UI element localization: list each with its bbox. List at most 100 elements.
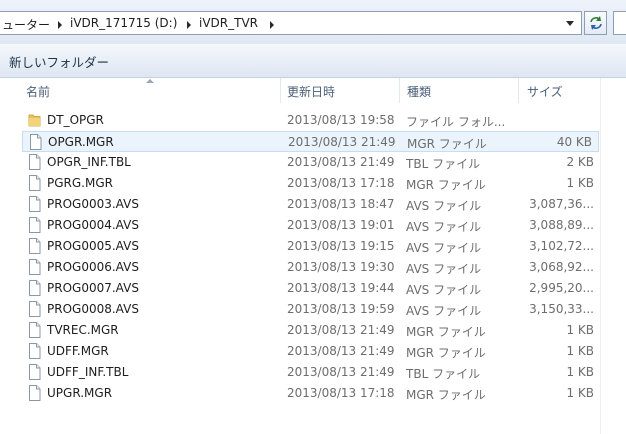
file-size: 2 KB bbox=[566, 155, 594, 169]
file-icon bbox=[29, 134, 42, 150]
file-size: 3,150,33... bbox=[529, 302, 594, 316]
file-date: 2013/08/13 21:49 bbox=[287, 365, 395, 379]
file-name: DT_OPGR bbox=[47, 113, 104, 127]
new-folder-button[interactable]: 新しいフォルダー bbox=[9, 52, 109, 71]
file-type: AVS ファイル bbox=[406, 283, 482, 297]
file-date: 2013/08/13 19:44 bbox=[287, 281, 395, 295]
breadcrumb-separator-icon[interactable] bbox=[58, 21, 62, 29]
chevron-down-icon[interactable] bbox=[566, 21, 574, 26]
file-date: 2013/08/13 17:18 bbox=[287, 386, 395, 400]
file-icon bbox=[28, 217, 41, 233]
breadcrumb-drive[interactable]: iVDR_171715 (D:) bbox=[70, 16, 177, 30]
file-row[interactable]: UDFF.MGR 2013/08/13 21:49 MGR ファイル 1 KB bbox=[22, 341, 600, 362]
file-size: 3,088,89... bbox=[529, 218, 594, 232]
file-size: 1 KB bbox=[566, 323, 594, 337]
refresh-button[interactable] bbox=[584, 11, 607, 35]
column-header-row: 名前 更新日時 種類 サイズ bbox=[0, 78, 600, 103]
file-name: PROG0008.AVS bbox=[47, 302, 139, 316]
file-size: 40 KB bbox=[556, 135, 592, 149]
file-row[interactable]: DT_OPGR 2013/08/13 19:58 ファイル フォル... bbox=[22, 110, 600, 131]
file-name: PROG0007.AVS bbox=[47, 281, 139, 295]
file-size: 3,068,92... bbox=[529, 260, 594, 274]
file-icon bbox=[28, 175, 41, 191]
file-date: 2013/08/13 21:49 bbox=[287, 344, 395, 358]
file-name: UDFF.MGR bbox=[47, 344, 109, 358]
file-date: 2013/08/13 19:30 bbox=[287, 260, 395, 274]
file-date: 2013/08/13 18:47 bbox=[287, 197, 395, 211]
column-header-size[interactable]: サイズ bbox=[527, 83, 563, 100]
file-name: PGRG.MGR bbox=[47, 176, 113, 190]
file-icon bbox=[28, 154, 41, 170]
file-icon bbox=[28, 196, 41, 212]
file-type: MGR ファイル bbox=[407, 137, 487, 151]
file-row[interactable]: UDFF_INF.TBL 2013/08/13 21:49 TBL ファイル 1 KB bbox=[22, 362, 600, 383]
file-size: 3,102,72... bbox=[529, 239, 594, 253]
vertical-scrollbar[interactable] bbox=[600, 78, 626, 434]
file-type: MGR ファイル bbox=[406, 388, 486, 402]
file-row[interactable]: PROG0004.AVS 2013/08/13 19:01 AVS ファイル 3,08… bbox=[22, 215, 600, 236]
file-icon bbox=[28, 238, 41, 254]
refresh-icon bbox=[590, 16, 602, 30]
file-row[interactable]: PROG0008.AVS 2013/08/13 19:59 AVS ファイル 3,15… bbox=[22, 299, 600, 320]
file-row[interactable]: PROG0003.AVS 2013/08/13 18:47 AVS ファイル 3,08… bbox=[22, 194, 600, 215]
file-icon bbox=[28, 364, 41, 380]
file-size: 1 KB bbox=[566, 176, 594, 190]
file-row[interactable]: PROG0005.AVS 2013/08/13 19:15 AVS ファイル 3,10… bbox=[22, 236, 600, 257]
file-name: UPGR.MGR bbox=[47, 386, 113, 400]
file-row[interactable]: PROG0007.AVS 2013/08/13 19:44 AVS ファイル 2,99… bbox=[22, 278, 600, 299]
file-type: MGR ファイル bbox=[406, 346, 486, 360]
file-date: 2013/08/13 21:49 bbox=[288, 135, 396, 149]
breadcrumb-separator-icon[interactable] bbox=[187, 21, 191, 29]
file-date: 2013/08/13 17:18 bbox=[287, 176, 395, 190]
file-name: PROG0006.AVS bbox=[47, 260, 139, 274]
breadcrumb-separator-icon[interactable] bbox=[270, 21, 274, 29]
column-header-date[interactable]: 更新日時 bbox=[287, 83, 335, 100]
file-type: TBL ファイル bbox=[406, 367, 481, 381]
breadcrumb-computer[interactable]: ューター bbox=[2, 16, 50, 33]
file-row[interactable]: OPGR.MGR 2013/08/13 21:49 MGR ファイル 40 KB bbox=[22, 131, 599, 152]
file-size: 1 KB bbox=[566, 365, 594, 379]
file-type: AVS ファイル bbox=[406, 220, 482, 234]
file-type: ファイル フォル... bbox=[406, 115, 506, 129]
column-header-type[interactable]: 種類 bbox=[407, 83, 431, 100]
file-type: MGR ファイル bbox=[406, 325, 486, 339]
command-bar: 新しいフォルダー bbox=[0, 44, 626, 78]
breadcrumb-folder[interactable]: iVDR_TVR bbox=[199, 16, 258, 30]
file-size: 2,995,20... bbox=[529, 281, 594, 295]
file-type: AVS ファイル bbox=[406, 199, 482, 213]
file-icon bbox=[28, 385, 41, 401]
file-name: TVREC.MGR bbox=[47, 323, 119, 337]
file-icon bbox=[28, 343, 41, 359]
file-row[interactable]: OPGR_INF.TBL 2013/08/13 21:49 TBL ファイル 2 KB bbox=[22, 152, 600, 173]
file-icon bbox=[28, 301, 41, 317]
file-type: TBL ファイル bbox=[406, 157, 481, 171]
file-date: 2013/08/13 19:59 bbox=[287, 302, 395, 316]
file-icon bbox=[28, 259, 41, 275]
file-date: 2013/08/13 19:58 bbox=[287, 113, 395, 127]
address-bar[interactable]: ューター iVDR_171715 (D:) iVDR_TVR bbox=[0, 11, 582, 35]
file-date: 2013/08/13 21:49 bbox=[287, 155, 395, 169]
file-row[interactable]: PROG0006.AVS 2013/08/13 19:30 AVS ファイル 3,06… bbox=[22, 257, 600, 278]
file-name: OPGR_INF.TBL bbox=[47, 155, 131, 169]
file-name: PROG0005.AVS bbox=[47, 239, 139, 253]
sort-ascending-icon bbox=[146, 79, 154, 83]
address-bar-strip: ューター iVDR_171715 (D:) iVDR_TVR bbox=[0, 0, 626, 44]
column-divider[interactable] bbox=[518, 78, 519, 103]
file-date: 2013/08/13 19:15 bbox=[287, 239, 395, 253]
column-divider[interactable] bbox=[280, 78, 281, 103]
file-size: 1 KB bbox=[566, 386, 594, 400]
column-header-name[interactable]: 名前 bbox=[26, 83, 50, 100]
search-box[interactable] bbox=[613, 11, 626, 35]
file-type: AVS ファイル bbox=[406, 241, 482, 255]
file-name: PROG0004.AVS bbox=[47, 218, 139, 232]
column-divider[interactable] bbox=[399, 78, 400, 103]
file-name: UDFF_INF.TBL bbox=[47, 365, 129, 379]
file-size: 1 KB bbox=[566, 344, 594, 358]
file-date: 2013/08/13 19:01 bbox=[287, 218, 395, 232]
file-row[interactable]: PGRG.MGR 2013/08/13 17:18 MGR ファイル 1 KB bbox=[22, 173, 600, 194]
file-size: 3,087,36... bbox=[529, 197, 594, 211]
file-icon bbox=[28, 280, 41, 296]
file-row[interactable]: UPGR.MGR 2013/08/13 17:18 MGR ファイル 1 KB bbox=[22, 383, 600, 404]
file-row[interactable]: TVREC.MGR 2013/08/13 21:49 MGR ファイル 1 KB bbox=[22, 320, 600, 341]
file-name: OPGR.MGR bbox=[48, 135, 114, 149]
